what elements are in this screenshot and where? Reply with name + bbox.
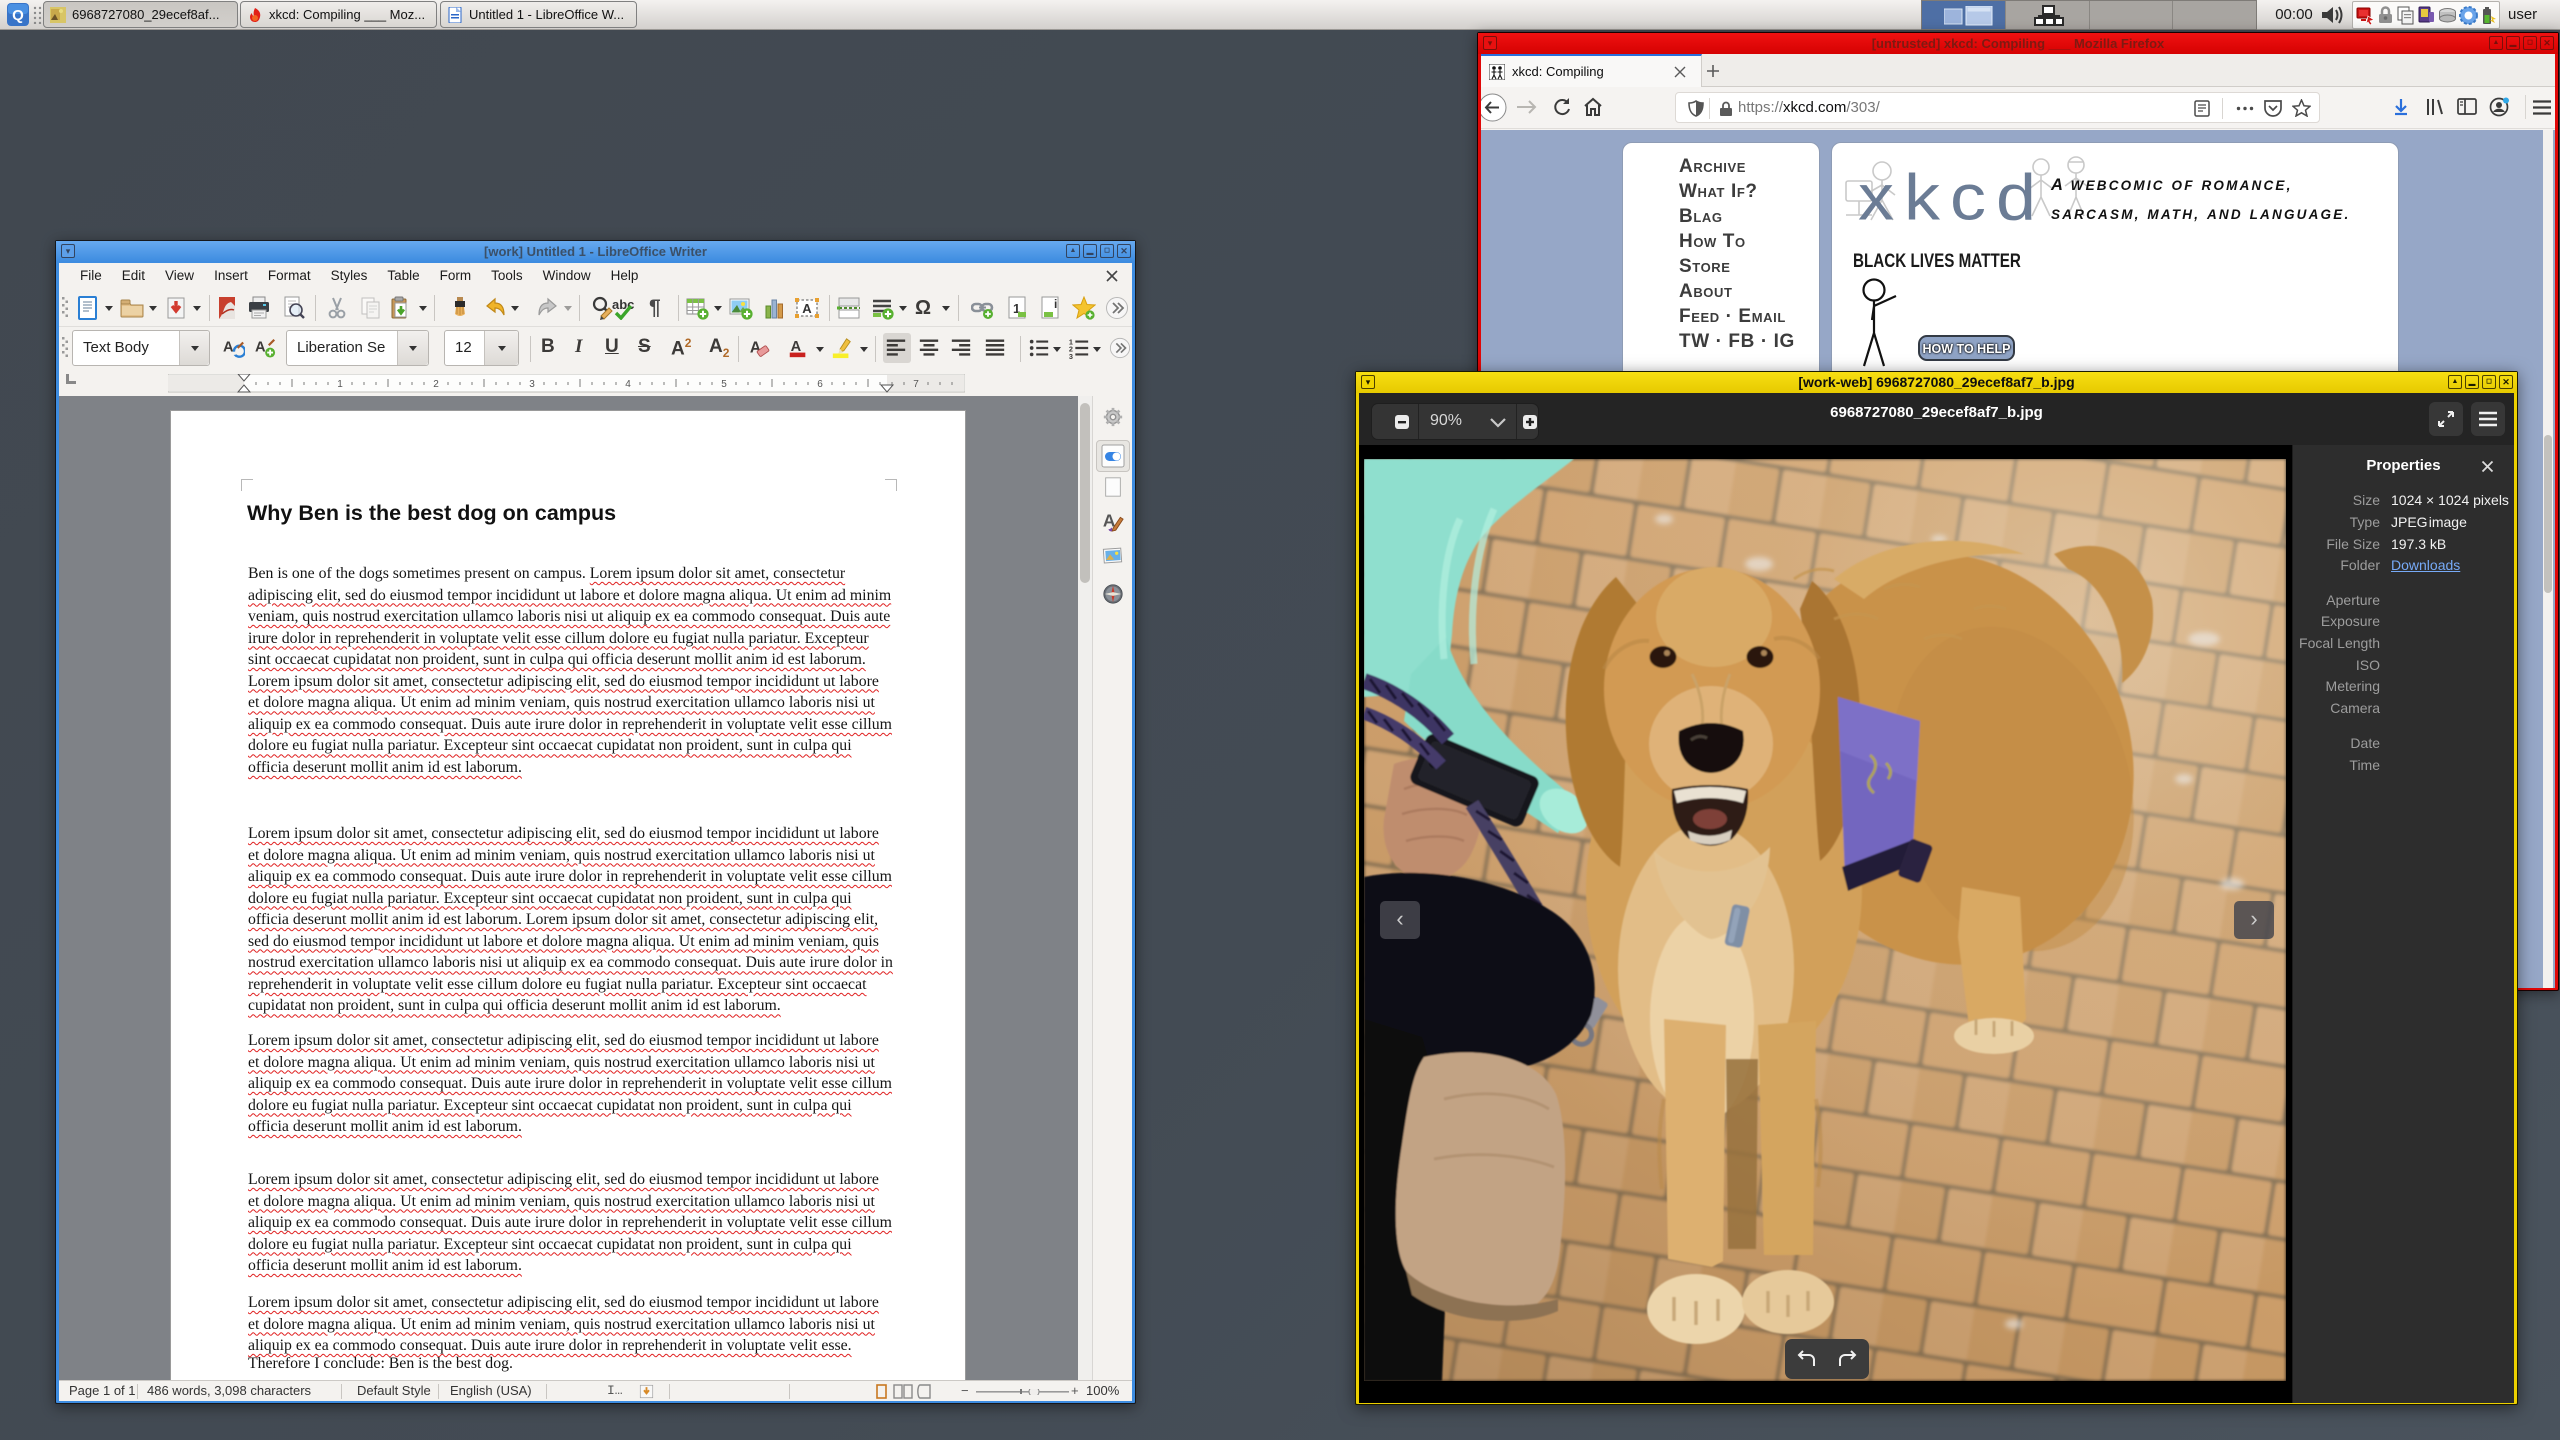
svg-text:Q: Q [12,7,24,24]
svg-text:1: 1 [337,379,343,390]
svg-text:3: 3 [529,379,535,390]
svg-text:4: 4 [625,379,631,390]
svg-text:7: 7 [913,379,919,390]
svg-text:5: 5 [721,379,727,390]
svg-text:6: 6 [817,379,823,390]
svg-text:2: 2 [433,379,439,390]
